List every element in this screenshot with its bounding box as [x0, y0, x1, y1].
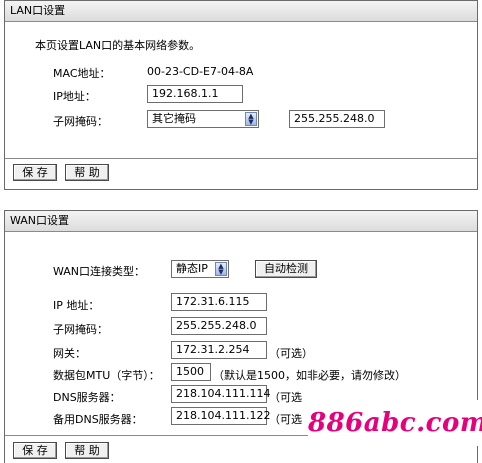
lan-ip-label: IP地址：: [53, 90, 96, 103]
site-watermark: 886abc.com: [308, 400, 482, 446]
auto-detect-button[interactable]: 自动检测: [255, 260, 317, 278]
wan-help-button[interactable]: 帮 助: [65, 442, 109, 459]
wan-save-button[interactable]: 保 存: [13, 442, 57, 459]
wan-ip-label: IP 地址：: [53, 299, 100, 312]
updown-arrows-icon[interactable]: ▲ ▼: [245, 112, 257, 126]
wan-conn-type-label: WAN口连接类型：: [53, 265, 146, 278]
lan-mask-label: 子网掩码：: [53, 115, 108, 128]
wan-mtu-note: （默认是1500，如非必要，请勿修改）: [213, 369, 406, 382]
lan-help-button[interactable]: 帮 助: [65, 164, 109, 181]
lan-save-button[interactable]: 保 存: [13, 164, 57, 181]
lan-panel-title: LAN口设置: [5, 1, 477, 22]
lan-mask-select[interactable]: 其它掩码 ▲ ▼: [147, 110, 259, 128]
wan-conn-type-value: 静态IP: [176, 262, 208, 275]
lan-mac-label: MAC地址：: [53, 67, 111, 80]
updown-arrows-icon[interactable]: ▲ ▼: [215, 262, 227, 276]
lan-description: 本页设置LAN口的基本网络参数。: [35, 39, 201, 52]
wan-dns2-input[interactable]: 218.104.111.122: [171, 407, 270, 425]
lan-mask-input[interactable]: 255.255.248.0: [289, 110, 385, 128]
lan-mask-select-value: 其它掩码: [152, 112, 196, 125]
wan-mask-label: 子网掩码：: [53, 323, 108, 336]
wan-panel-title: WAN口设置: [5, 211, 477, 232]
wan-gateway-note: （可选）: [269, 347, 313, 360]
wan-gateway-input[interactable]: 172.31.2.254: [171, 341, 267, 359]
wan-dns2-label: 备用DNS服务器：: [53, 413, 143, 426]
wan-dns-note: （可选: [269, 391, 302, 404]
lan-ip-input[interactable]: 192.168.1.1: [147, 85, 243, 103]
lan-footer-divider: [5, 158, 477, 159]
wan-mtu-input[interactable]: 1500: [171, 363, 211, 381]
wan-dns-input[interactable]: 218.104.111.114: [171, 385, 270, 403]
wan-dns-label: DNS服务器：: [53, 391, 121, 404]
wan-gateway-label: 网关：: [53, 347, 86, 360]
wan-ip-input[interactable]: 172.31.6.115: [171, 293, 267, 311]
wan-conn-type-select[interactable]: 静态IP ▲ ▼: [171, 260, 229, 278]
wan-mask-input[interactable]: 255.255.248.0: [171, 317, 267, 335]
wan-dns2-note: （可选: [269, 413, 302, 426]
lan-settings-panel: LAN口设置 本页设置LAN口的基本网络参数。 MAC地址： 00-23-CD-…: [4, 0, 478, 190]
wan-mtu-label: 数据包MTU（字节）：: [53, 369, 160, 382]
lan-mac-value: 00-23-CD-E7-04-8A: [147, 65, 254, 78]
